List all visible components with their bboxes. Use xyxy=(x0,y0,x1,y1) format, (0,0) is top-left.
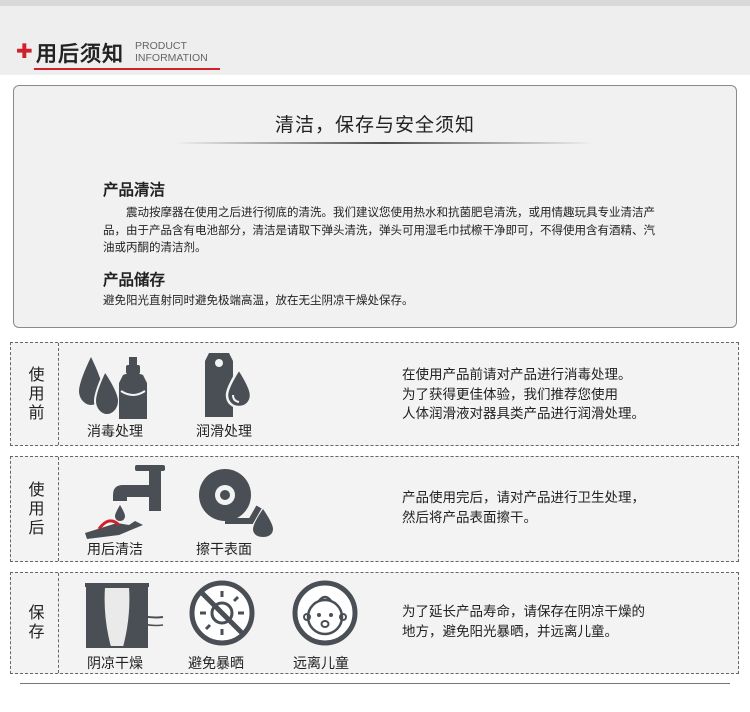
caption-dry: 擦干表面 xyxy=(196,542,252,558)
notice-divider xyxy=(174,142,594,144)
row-before-use: 使用前 消毒处理 润滑处理 在使用产品前请对产品进行消毒处理。 为了获得更佳体验… xyxy=(10,342,739,446)
section-title: 用后须知 xyxy=(36,42,124,66)
subtitle-line-2: INFORMATION xyxy=(135,52,208,64)
caption-cool-dry: 阴凉干燥 xyxy=(87,656,143,672)
storage-text: 避免阳光直射同时避免极端高温，放在无尘阴凉干燥处保存。 xyxy=(103,293,414,307)
caption-disinfect: 消毒处理 xyxy=(87,424,143,440)
lubricant-tag-drop-icon xyxy=(205,353,253,417)
row-description: 产品使用完后，请对产品进行卫生处理， 然后将产品表面擦干。 xyxy=(402,490,645,526)
subtitle-line-1: PRODUCT xyxy=(135,40,187,52)
baby-face-icon xyxy=(292,580,358,646)
bottom-divider xyxy=(20,683,730,684)
curtain-shade-icon xyxy=(85,583,164,648)
section-subtitle: PRODUCT INFORMATION xyxy=(135,40,208,64)
storage-heading: 产品储存 xyxy=(103,271,166,289)
faucet-wash-icon xyxy=(85,465,165,539)
notice-title: 清洁，保存与安全须知 xyxy=(274,114,475,136)
caption-avoid-sun: 避免暴晒 xyxy=(188,656,244,672)
header-underline xyxy=(34,68,220,70)
row-description: 在使用产品前请对产品进行消毒处理。 为了获得更佳体验，我们推荐您使用 人体润滑液… xyxy=(402,367,645,422)
row-label: 使用后 xyxy=(11,457,59,561)
cleaning-heading: 产品清洁 xyxy=(103,181,166,199)
cleaning-text: 震动按摩器在使用之后进行彻底的清洗。我们建议您使用热水和抗菌肥皂清洗，或用情趣玩… xyxy=(103,205,655,254)
tissue-roll-icon xyxy=(199,469,273,537)
row-storage: 保存 阴凉干燥 避免暴晒 远离儿童 为了延长产品寿命，请保存在阴凉干燥的 地方，… xyxy=(10,572,739,674)
row-after-use: 使用后 用后清洁 擦干表面 产品使用完后，请对产品进行卫生处理， 然后将产品表面… xyxy=(10,456,739,562)
caption-keep-from-children: 远离儿童 xyxy=(293,656,349,672)
disinfect-drops-spray-icon xyxy=(79,357,147,419)
no-sun-icon xyxy=(189,580,255,646)
caption-wash: 用后清洁 xyxy=(87,542,143,558)
caption-lubricate: 润滑处理 xyxy=(196,424,252,440)
row-label: 保存 xyxy=(11,573,59,673)
row-label: 使用前 xyxy=(11,343,59,445)
plus-icon: ✚ xyxy=(16,39,33,63)
row-description: 为了延长产品寿命，请保存在阴凉干燥的 地方，避免阳光暴晒，并远离儿童。 xyxy=(402,604,645,640)
notice-panel: 清洁，保存与安全须知 产品清洁 震动按摩器在使用之后进行彻底的清洗。我们建议您使… xyxy=(13,85,737,328)
